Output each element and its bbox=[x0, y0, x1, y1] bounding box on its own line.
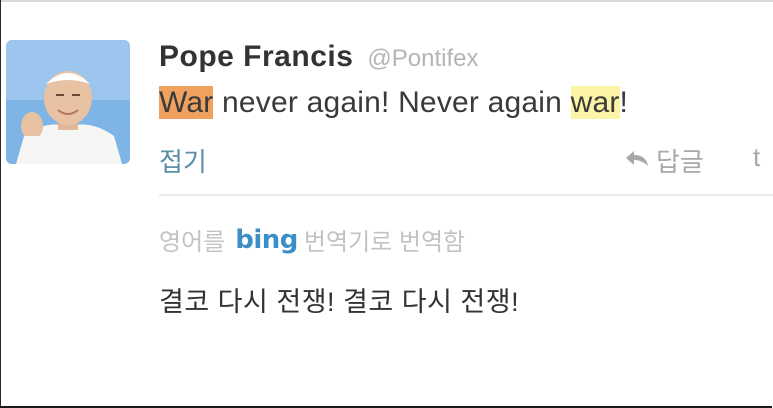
translation-prefix: 영어를 bbox=[159, 229, 226, 256]
retweet-label-partial[interactable]: t bbox=[753, 142, 760, 173]
reply-button[interactable]: 답글 bbox=[624, 142, 704, 179]
reply-arrow-icon bbox=[624, 145, 650, 176]
highlighted-word-2: war bbox=[570, 86, 620, 119]
top-divider bbox=[1, 0, 773, 2]
translation-divider bbox=[159, 194, 773, 196]
author-name[interactable]: Pope Francis bbox=[159, 40, 353, 74]
tweet-card: Pope Francis @Pontifex War never again! … bbox=[0, 0, 773, 408]
translation-suffix: 번역기로 번역함 bbox=[303, 229, 466, 256]
highlighted-word: War bbox=[159, 86, 214, 119]
bing-logo[interactable]: bing bbox=[235, 225, 298, 255]
author-handle[interactable]: @Pontifex bbox=[367, 45, 478, 73]
author-row: Pope Francis @Pontifex bbox=[159, 40, 479, 74]
reply-label: 답글 bbox=[656, 147, 704, 177]
tweet-text-end: ! bbox=[619, 86, 629, 119]
tweet-text-middle: never again! Never again bbox=[213, 86, 571, 119]
avatar[interactable] bbox=[6, 40, 130, 164]
translated-text: 결코 다시 전쟁! 결코 다시 전쟁! bbox=[159, 287, 520, 317]
collapse-link[interactable]: 접기 bbox=[159, 142, 207, 179]
avatar-portrait-icon bbox=[6, 40, 130, 164]
translation-attribution: 영어를 bing 번역기로 번역함 bbox=[159, 222, 465, 257]
tweet-text: War never again! Never again war! bbox=[159, 86, 628, 120]
